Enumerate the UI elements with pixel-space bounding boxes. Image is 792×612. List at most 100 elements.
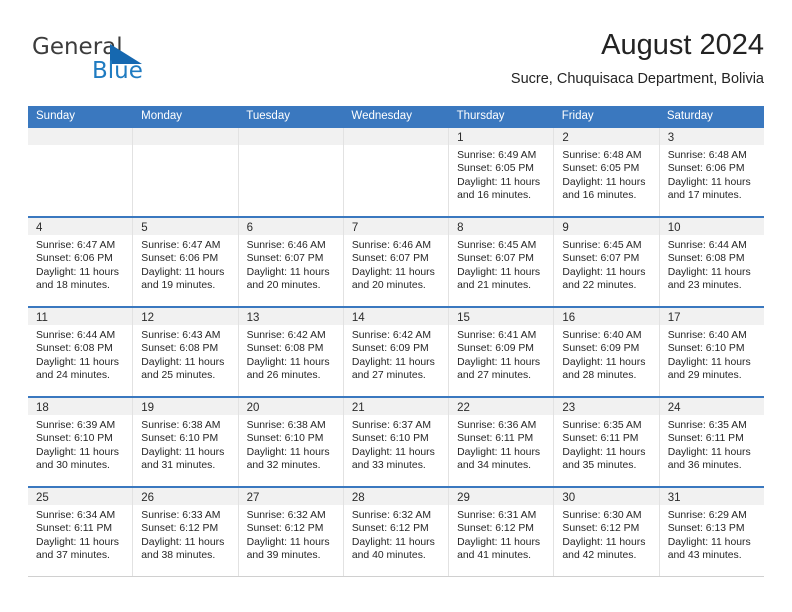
day-sun-info: Sunrise: 6:46 AM Sunset: 6:07 PM Daylight:… [344,235,448,292]
day-number: 4 [36,222,43,234]
calendar-day-cell[interactable]: 30 Sunrise: 6:30 AM Sunset: 6:12 PM Dayligh… [554,488,660,576]
day-sun-info: Sunrise: 6:35 AM Sunset: 6:11 PM Daylight:… [660,415,764,472]
day-number-band: 27 [238,488,343,505]
sunset-text: Sunset: 6:13 PM [667,523,745,535]
sunrise-text: Sunrise: 6:35 AM [562,420,642,431]
daylight-text-line1: Daylight: 11 hours [246,446,330,458]
daylight-text-line1: Daylight: 11 hours [351,446,435,458]
day-number-band: 1 [449,128,554,145]
calendar-day-cell[interactable]: 11 Sunrise: 6:44 AM Sunset: 6:08 PM Dayligh… [28,308,134,396]
daylight-text-line1: Daylight: 11 hours [562,176,646,188]
calendar-day-cell[interactable]: 16 Sunrise: 6:40 AM Sunset: 6:09 PM Dayligh… [554,308,660,396]
calendar-day-cell[interactable]: 27 Sunrise: 6:32 AM Sunset: 6:12 PM Dayligh… [238,488,344,576]
day-number-band: 12 [133,308,238,325]
daylight-text-line1: Daylight: 11 hours [667,446,751,458]
day-sun-info: Sunrise: 6:43 AM Sunset: 6:08 PM Daylight:… [133,325,237,382]
daylight-text-line2: and 43 minutes. [667,549,742,561]
sunrise-text: Sunrise: 6:32 AM [246,510,326,521]
day-number: 20 [246,402,260,414]
day-sun-info: Sunrise: 6:40 AM Sunset: 6:10 PM Daylight:… [660,325,764,382]
daylight-text-line1: Daylight: 11 hours [246,356,330,368]
day-sun-info: Sunrise: 6:48 AM Sunset: 6:06 PM Daylight:… [660,145,764,202]
daylight-text-line1: Daylight: 11 hours [351,266,435,278]
day-number-band: 16 [554,308,659,325]
sunrise-text: Sunrise: 6:46 AM [351,240,431,251]
calendar-day-cell[interactable]: 7 Sunrise: 6:46 AM Sunset: 6:07 PM Daylight… [343,218,450,306]
calendar-day-cell[interactable]: 22 Sunrise: 6:36 AM Sunset: 6:11 PM Dayligh… [449,398,555,486]
calendar-day-cell[interactable]: 3 Sunrise: 6:48 AM Sunset: 6:06 PM Daylight… [659,128,764,216]
day-sun-info: Sunrise: 6:44 AM Sunset: 6:08 PM Daylight:… [660,235,764,292]
daylight-text-line1: Daylight: 11 hours [36,446,119,458]
daylight-text-line1: Daylight: 11 hours [141,266,225,278]
calendar-day-cell[interactable]: 4 Sunrise: 6:47 AM Sunset: 6:06 PM Daylight… [28,218,134,306]
calendar-day-cell[interactable]: 18 Sunrise: 6:39 AM Sunset: 6:10 PM Dayligh… [28,398,134,486]
sunrise-text: Sunrise: 6:29 AM [667,510,747,521]
calendar-day-cell[interactable]: 28 Sunrise: 6:32 AM Sunset: 6:12 PM Dayligh… [343,488,450,576]
sunrise-text: Sunrise: 6:47 AM [36,240,116,251]
daylight-text-line2: and 40 minutes. [351,549,426,561]
weekday-header-thursday: Thursday [456,110,505,122]
calendar-day-cell[interactable]: 17 Sunrise: 6:40 AM Sunset: 6:10 PM Dayligh… [659,308,764,396]
calendar-day-cell[interactable]: 10 Sunrise: 6:44 AM Sunset: 6:08 PM Dayligh… [659,218,764,306]
calendar-day-cell[interactable]: 8 Sunrise: 6:45 AM Sunset: 6:07 PM Daylight… [449,218,555,306]
calendar-day-cell[interactable]: 1 Sunrise: 6:49 AM Sunset: 6:05 PM Daylight… [449,128,555,216]
sunset-text: Sunset: 6:07 PM [351,253,429,265]
calendar-day-cell[interactable]: 23 Sunrise: 6:35 AM Sunset: 6:11 PM Dayligh… [554,398,660,486]
calendar-week-row: 25 Sunrise: 6:34 AM Sunset: 6:11 PM Dayligh… [28,486,764,577]
day-number: 5 [141,222,148,234]
sunrise-text: Sunrise: 6:41 AM [457,330,537,341]
day-sun-info: Sunrise: 6:45 AM Sunset: 6:07 PM Daylight:… [554,235,658,292]
calendar-day-cell[interactable]: 15 Sunrise: 6:41 AM Sunset: 6:09 PM Dayligh… [449,308,555,396]
calendar-day-cell[interactable]: 29 Sunrise: 6:31 AM Sunset: 6:12 PM Dayligh… [449,488,555,576]
calendar-day-cell[interactable]: 14 Sunrise: 6:42 AM Sunset: 6:09 PM Dayligh… [343,308,450,396]
calendar-day-cell[interactable]: 26 Sunrise: 6:33 AM Sunset: 6:12 PM Dayligh… [133,488,239,576]
sunrise-text: Sunrise: 6:33 AM [141,510,221,521]
daylight-text-line1: Daylight: 11 hours [457,446,541,458]
sunrise-text: Sunrise: 6:40 AM [667,330,747,341]
day-number-band: 29 [449,488,554,505]
day-number-band: 28 [343,488,449,505]
day-number-band [343,128,449,145]
day-sun-info: Sunrise: 6:42 AM Sunset: 6:09 PM Daylight:… [344,325,448,382]
day-number-band: 22 [449,398,554,415]
calendar-day-cell[interactable]: 5 Sunrise: 6:47 AM Sunset: 6:06 PM Daylight… [133,218,239,306]
calendar-day-cell[interactable]: 2 Sunrise: 6:48 AM Sunset: 6:05 PM Daylight… [554,128,660,216]
sunrise-text: Sunrise: 6:38 AM [246,420,326,431]
calendar-day-cell[interactable]: 25 Sunrise: 6:34 AM Sunset: 6:11 PM Dayligh… [28,488,134,576]
day-number-band: 7 [343,218,449,235]
weekday-header-wednesday: Wednesday [351,110,412,122]
calendar-day-cell[interactable]: 19 Sunrise: 6:38 AM Sunset: 6:10 PM Dayligh… [133,398,239,486]
sunrise-text: Sunrise: 6:45 AM [562,240,642,251]
day-number: 27 [246,492,260,504]
calendar-day-cell[interactable]: 12 Sunrise: 6:43 AM Sunset: 6:08 PM Dayligh… [133,308,239,396]
day-sun-info: Sunrise: 6:40 AM Sunset: 6:09 PM Daylight:… [554,325,658,382]
calendar-day-cell[interactable]: 24 Sunrise: 6:35 AM Sunset: 6:11 PM Dayligh… [659,398,764,486]
day-number: 3 [667,132,675,144]
day-number: 25 [36,492,49,504]
day-number: 29 [457,492,470,504]
sunrise-text: Sunrise: 6:44 AM [36,330,116,341]
sunset-text: Sunset: 6:12 PM [457,523,534,535]
calendar-day-cell-empty [343,128,450,216]
daylight-text-line1: Daylight: 11 hours [562,356,646,368]
day-number: 2 [562,132,569,144]
daylight-text-line1: Daylight: 11 hours [562,446,646,458]
sunset-text: Sunset: 6:08 PM [141,343,219,355]
day-number-band: 6 [238,218,343,235]
sunrise-text: Sunrise: 6:42 AM [246,330,326,341]
generalblue-logo[interactable]: General Blue [32,34,182,90]
calendar-day-cell[interactable]: 9 Sunrise: 6:45 AM Sunset: 6:07 PM Daylight… [554,218,660,306]
sunset-text: Sunset: 6:09 PM [562,343,640,355]
sunset-text: Sunset: 6:07 PM [562,253,640,265]
calendar-day-cell[interactable]: 31 Sunrise: 6:29 AM Sunset: 6:13 PM Dayligh… [659,488,764,576]
daylight-text-line2: and 39 minutes. [246,549,321,561]
calendar-day-cell[interactable]: 13 Sunrise: 6:42 AM Sunset: 6:08 PM Dayligh… [238,308,344,396]
day-number-band: 2 [554,128,659,145]
calendar-day-cell[interactable]: 6 Sunrise: 6:46 AM Sunset: 6:07 PM Daylight… [238,218,344,306]
day-number-band: 10 [659,218,764,235]
daylight-text-line2: and 38 minutes. [141,549,216,561]
title-block: August 2024 Sucre, Chuquisaca Department… [511,28,764,88]
calendar-day-cell[interactable]: 21 Sunrise: 6:37 AM Sunset: 6:10 PM Dayligh… [343,398,450,486]
calendar-week-row: 11 Sunrise: 6:44 AM Sunset: 6:08 PM Dayligh… [28,306,764,396]
calendar-day-cell[interactable]: 20 Sunrise: 6:38 AM Sunset: 6:10 PM Dayligh… [238,398,344,486]
